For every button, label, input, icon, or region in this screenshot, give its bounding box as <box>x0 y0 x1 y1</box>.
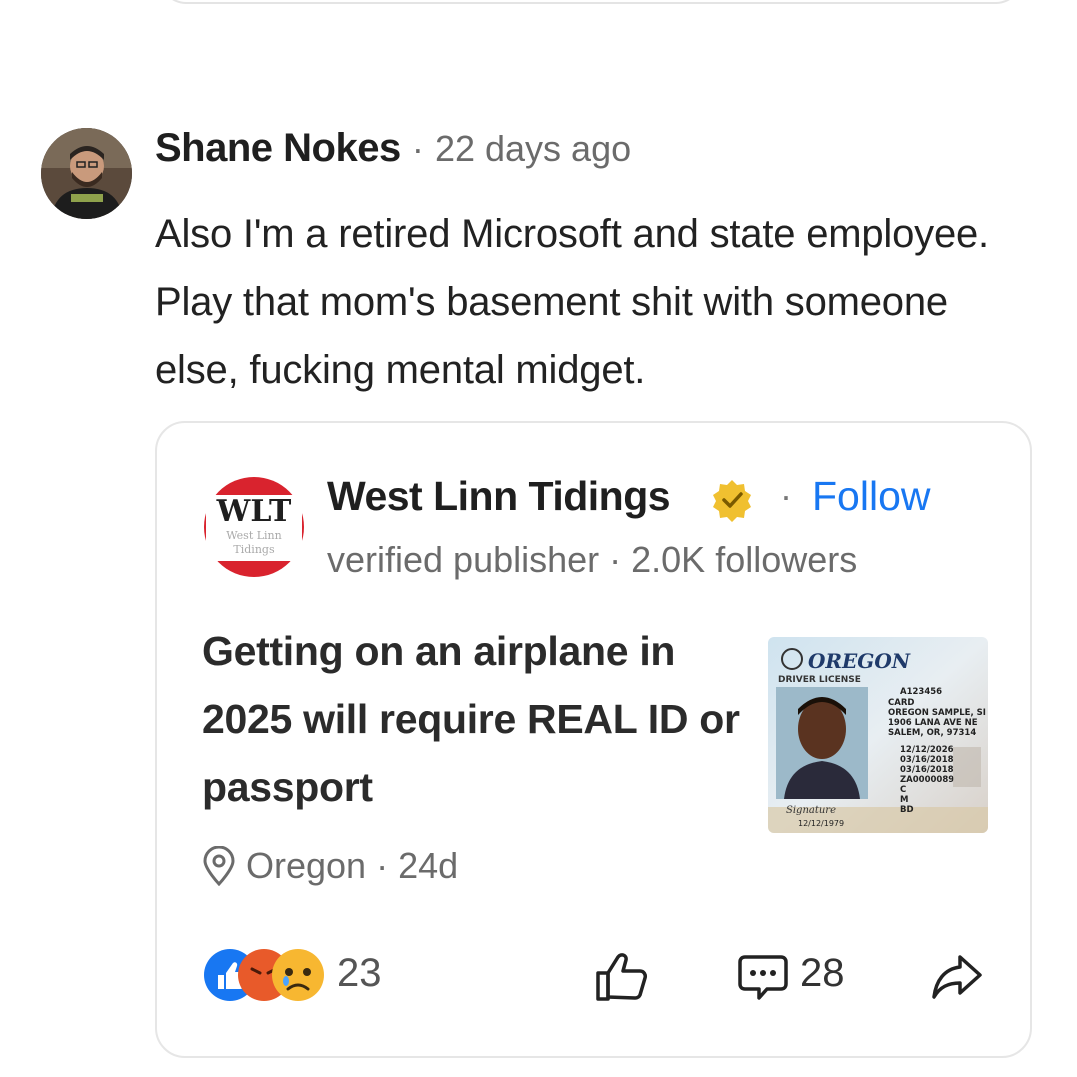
svg-text:1906 LANA AVE NE: 1906 LANA AVE NE <box>888 718 978 728</box>
shared-article-card[interactable]: WLT West Linn Tidings West Linn Tidings … <box>155 421 1032 1058</box>
share-icon[interactable] <box>930 953 984 1001</box>
article-headline[interactable]: Getting on an airplane in 2025 will requ… <box>202 617 742 821</box>
thumbs-up-icon[interactable] <box>594 951 650 1003</box>
svg-text:C: C <box>900 785 906 795</box>
location-pin-icon <box>202 845 236 887</box>
svg-text:DRIVER LICENSE: DRIVER LICENSE <box>778 675 861 685</box>
verified-badge-icon <box>710 478 754 522</box>
follow-button[interactable]: Follow <box>812 473 930 520</box>
svg-text:ZA0000089: ZA0000089 <box>900 775 954 785</box>
svg-text:CARD: CARD <box>888 698 914 708</box>
comment-author[interactable]: Shane Nokes <box>155 126 401 170</box>
svg-text:Signature: Signature <box>786 805 836 816</box>
article-thumbnail[interactable]: OREGON DRIVER LICENSE Signature 12/12/19… <box>768 637 988 833</box>
header-separator: · <box>411 128 424 169</box>
svg-text:12/12/1979: 12/12/1979 <box>798 819 844 828</box>
svg-text:03/16/2018: 03/16/2018 <box>900 765 954 775</box>
comment-time: 22 days ago <box>434 128 632 169</box>
svg-text:12/12/2026: 12/12/2026 <box>900 745 954 755</box>
svg-text:WLT: WLT <box>216 494 292 529</box>
publisher-meta: verified publisher · 2.0K followers <box>327 539 858 580</box>
location-text: Oregon · 24d <box>246 845 459 886</box>
svg-text:BD: BD <box>900 805 914 815</box>
publisher-name[interactable]: West Linn Tidings <box>327 473 671 520</box>
svg-text:West Linn: West Linn <box>226 529 281 542</box>
reaction-count[interactable]: 23 <box>337 951 382 996</box>
avatar[interactable] <box>41 128 132 219</box>
comment-count[interactable]: 28 <box>800 951 845 996</box>
comment-icon[interactable] <box>737 953 789 1001</box>
svg-text:SALEM, OR, 97314: SALEM, OR, 97314 <box>888 728 976 738</box>
reaction-icons[interactable] <box>202 945 332 1005</box>
sad-reaction-icon <box>272 949 324 1001</box>
svg-text:Tidings: Tidings <box>233 543 275 556</box>
svg-text:OREGON SAMPLE, SI: OREGON SAMPLE, SI <box>888 708 986 718</box>
comment-header: Shane Nokes · 22 days ago <box>155 126 631 171</box>
publisher-logo[interactable]: WLT West Linn Tidings <box>202 475 306 579</box>
previous-card-edge <box>160 0 1022 4</box>
comment-text: Also I'm a retired Microsoft and state e… <box>155 212 989 392</box>
svg-text:03/16/2018: 03/16/2018 <box>900 755 954 765</box>
svg-text:M: M <box>900 795 908 805</box>
article-location: Oregon · 24d <box>202 845 458 887</box>
follow-separator: · <box>780 475 792 516</box>
svg-text:OREGON: OREGON <box>808 649 911 673</box>
svg-text:A123456: A123456 <box>900 687 942 697</box>
